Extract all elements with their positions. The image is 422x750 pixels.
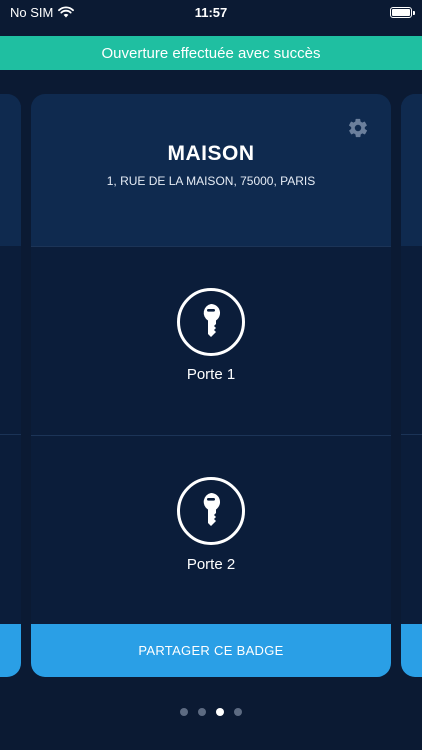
peek-body <box>0 246 21 624</box>
wifi-icon <box>58 6 75 18</box>
carrier-label: No SIM <box>10 4 54 20</box>
next-card-peek[interactable] <box>401 94 422 677</box>
peek-body <box>401 246 422 624</box>
peek-divider <box>0 434 21 435</box>
previous-card-peek[interactable] <box>0 94 21 677</box>
page-indicator <box>0 708 422 716</box>
success-banner: Ouverture effectuée avec succès <box>0 36 422 70</box>
card-title: MAISON <box>167 142 255 165</box>
battery-icon <box>390 6 415 18</box>
page-dot-3-active[interactable] <box>216 708 224 716</box>
peek-header <box>0 94 21 246</box>
status-left: No SIM <box>10 4 75 20</box>
page-dot-4[interactable] <box>234 708 242 716</box>
peek-footer <box>401 624 422 677</box>
page-dot-2[interactable] <box>198 708 206 716</box>
card-header: MAISON 1, RUE DE LA MAISON, 75000, PARIS <box>31 94 391 246</box>
door-2-label: Porte 2 <box>186 556 236 573</box>
key-icon <box>177 288 245 356</box>
card-address: 1, RUE DE LA MAISON, 75000, PARIS <box>106 174 316 188</box>
success-message: Ouverture effectuée avec succès <box>101 44 321 62</box>
peek-header <box>401 94 422 246</box>
gear-icon[interactable] <box>347 117 369 139</box>
peek-footer <box>0 624 21 677</box>
badge-card: MAISON 1, RUE DE LA MAISON, 75000, PARIS… <box>31 94 391 677</box>
status-bar: No SIM 11:57 <box>0 0 422 24</box>
peek-divider <box>401 434 422 435</box>
door-1-button[interactable]: Porte 1 <box>31 246 391 435</box>
door-2-button[interactable]: Porte 2 <box>31 435 391 624</box>
page-dot-1[interactable] <box>180 708 188 716</box>
share-badge-button[interactable]: PARTAGER CE BADGE <box>31 624 391 677</box>
battery-fill <box>392 8 410 16</box>
key-icon <box>177 477 245 545</box>
door-1-label: Porte 1 <box>186 366 236 383</box>
